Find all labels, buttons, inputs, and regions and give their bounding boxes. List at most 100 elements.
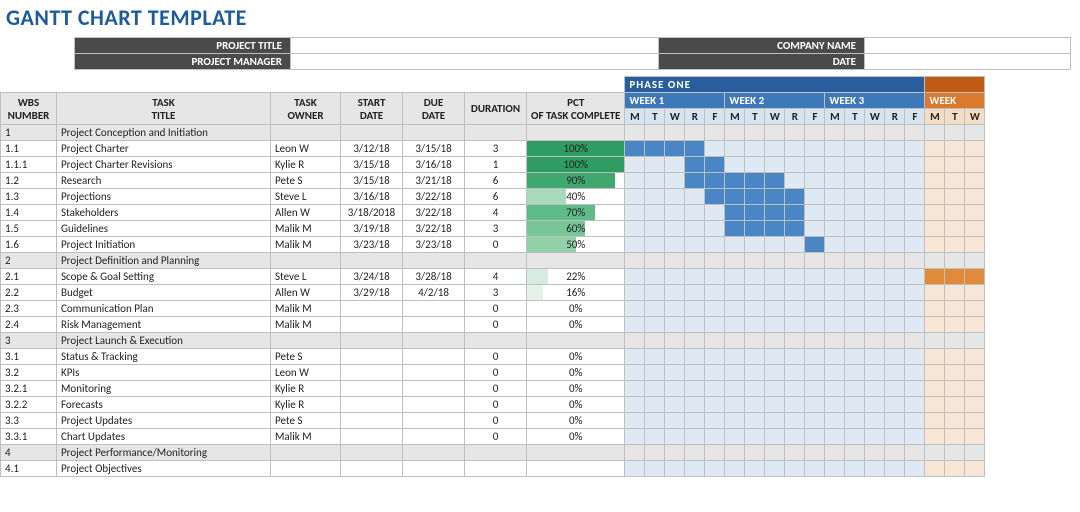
task-title-cell[interactable]: KPIs — [57, 365, 271, 381]
gantt-cell[interactable] — [725, 173, 745, 189]
gantt-cell[interactable] — [965, 173, 985, 189]
gantt-cell[interactable] — [865, 301, 885, 317]
wbs-cell[interactable]: 1.4 — [1, 205, 57, 221]
gantt-cell[interactable] — [965, 413, 985, 429]
gantt-cell[interactable] — [785, 157, 805, 173]
pct-complete-cell[interactable]: 16% — [527, 285, 625, 301]
gantt-cell[interactable] — [885, 413, 905, 429]
gantt-cell[interactable] — [865, 317, 885, 333]
gantt-cell[interactable] — [845, 189, 865, 205]
due-date-cell[interactable] — [403, 365, 465, 381]
start-date-cell[interactable] — [341, 429, 403, 445]
gantt-table[interactable]: PHASE ONEWBSNUMBERTASKTITLETASKOWNERSTAR… — [0, 76, 985, 477]
gantt-cell[interactable] — [845, 461, 865, 477]
gantt-cell[interactable] — [785, 269, 805, 285]
gantt-cell[interactable] — [925, 237, 945, 253]
task-row[interactable]: 1.4StakeholdersAllen W3/18/20183/22/1847… — [1, 205, 985, 221]
duration-cell[interactable]: 0 — [465, 413, 527, 429]
gantt-cell[interactable] — [765, 429, 785, 445]
gantt-cell[interactable] — [685, 381, 705, 397]
gantt-cell[interactable] — [745, 461, 765, 477]
gantt-cell[interactable] — [765, 157, 785, 173]
task-row[interactable]: 1.5GuidelinesMalik M3/19/183/22/18360% — [1, 221, 985, 237]
task-title-cell[interactable]: Guidelines — [57, 221, 271, 237]
pct-complete-cell[interactable]: 0% — [527, 317, 625, 333]
duration-cell[interactable]: 6 — [465, 173, 527, 189]
gantt-cell[interactable] — [905, 221, 925, 237]
gantt-cell[interactable] — [965, 205, 985, 221]
due-date-cell[interactable] — [403, 413, 465, 429]
gantt-cell[interactable] — [685, 317, 705, 333]
owner-cell[interactable]: Allen W — [271, 205, 341, 221]
gantt-cell[interactable] — [785, 141, 805, 157]
gantt-cell[interactable] — [925, 317, 945, 333]
start-date-cell[interactable]: 3/19/18 — [341, 221, 403, 237]
gantt-cell[interactable] — [965, 237, 985, 253]
task-title-cell[interactable]: Monitoring — [57, 381, 271, 397]
wbs-cell[interactable]: 1.2 — [1, 173, 57, 189]
task-title-cell[interactable]: Project Objectives — [57, 461, 271, 477]
task-row[interactable]: 3.3.1Chart UpdatesMalik M00% — [1, 429, 985, 445]
gantt-cell[interactable] — [645, 365, 665, 381]
gantt-cell[interactable] — [625, 173, 645, 189]
gantt-cell[interactable] — [845, 317, 865, 333]
pct-complete-cell[interactable]: 0% — [527, 397, 625, 413]
gantt-cell[interactable] — [665, 237, 685, 253]
wbs-cell[interactable]: 3.2 — [1, 365, 57, 381]
gantt-cell[interactable] — [745, 365, 765, 381]
gantt-cell[interactable] — [865, 221, 885, 237]
gantt-cell[interactable] — [805, 173, 825, 189]
due-date-cell[interactable] — [403, 429, 465, 445]
gantt-cell[interactable] — [805, 269, 825, 285]
start-date-cell[interactable]: 3/24/18 — [341, 269, 403, 285]
gantt-cell[interactable] — [805, 301, 825, 317]
gantt-cell[interactable] — [825, 173, 845, 189]
owner-cell[interactable]: Malik M — [271, 429, 341, 445]
gantt-cell[interactable] — [725, 285, 745, 301]
gantt-cell[interactable] — [965, 301, 985, 317]
start-date-cell[interactable] — [341, 397, 403, 413]
gantt-cell[interactable] — [765, 285, 785, 301]
owner-cell[interactable]: Pete S — [271, 173, 341, 189]
gantt-cell[interactable] — [685, 141, 705, 157]
gantt-cell[interactable] — [965, 397, 985, 413]
duration-cell[interactable]: 0 — [465, 429, 527, 445]
gantt-cell[interactable] — [885, 397, 905, 413]
duration-cell[interactable]: 3 — [465, 285, 527, 301]
gantt-cell[interactable] — [645, 317, 665, 333]
wbs-cell[interactable]: 1.3 — [1, 189, 57, 205]
gantt-cell[interactable] — [745, 157, 765, 173]
gantt-cell[interactable] — [825, 221, 845, 237]
wbs-cell[interactable]: 1.5 — [1, 221, 57, 237]
gantt-cell[interactable] — [685, 205, 705, 221]
gantt-cell[interactable] — [625, 365, 645, 381]
gantt-cell[interactable] — [725, 317, 745, 333]
gantt-cell[interactable] — [625, 429, 645, 445]
gantt-cell[interactable] — [705, 413, 725, 429]
gantt-cell[interactable] — [945, 205, 965, 221]
duration-cell[interactable]: 0 — [465, 397, 527, 413]
gantt-cell[interactable] — [845, 237, 865, 253]
gantt-cell[interactable] — [885, 237, 905, 253]
gantt-cell[interactable] — [885, 461, 905, 477]
gantt-cell[interactable] — [765, 173, 785, 189]
gantt-cell[interactable] — [885, 269, 905, 285]
gantt-cell[interactable] — [705, 429, 725, 445]
gantt-cell[interactable] — [965, 221, 985, 237]
gantt-cell[interactable] — [945, 381, 965, 397]
gantt-cell[interactable] — [825, 237, 845, 253]
gantt-cell[interactable] — [925, 221, 945, 237]
task-title-cell[interactable]: Project Initiation — [57, 237, 271, 253]
gantt-cell[interactable] — [925, 157, 945, 173]
owner-cell[interactable]: Malik M — [271, 317, 341, 333]
gantt-cell[interactable] — [805, 221, 825, 237]
gantt-cell[interactable] — [725, 157, 745, 173]
gantt-cell[interactable] — [945, 365, 965, 381]
gantt-cell[interactable] — [665, 429, 685, 445]
start-date-cell[interactable]: 3/16/18 — [341, 189, 403, 205]
due-date-cell[interactable]: 3/22/18 — [403, 189, 465, 205]
gantt-cell[interactable] — [945, 173, 965, 189]
gantt-cell[interactable] — [945, 413, 965, 429]
task-row[interactable]: 2.2BudgetAllen W3/29/184/2/18316% — [1, 285, 985, 301]
pm-value[interactable] — [291, 54, 659, 70]
